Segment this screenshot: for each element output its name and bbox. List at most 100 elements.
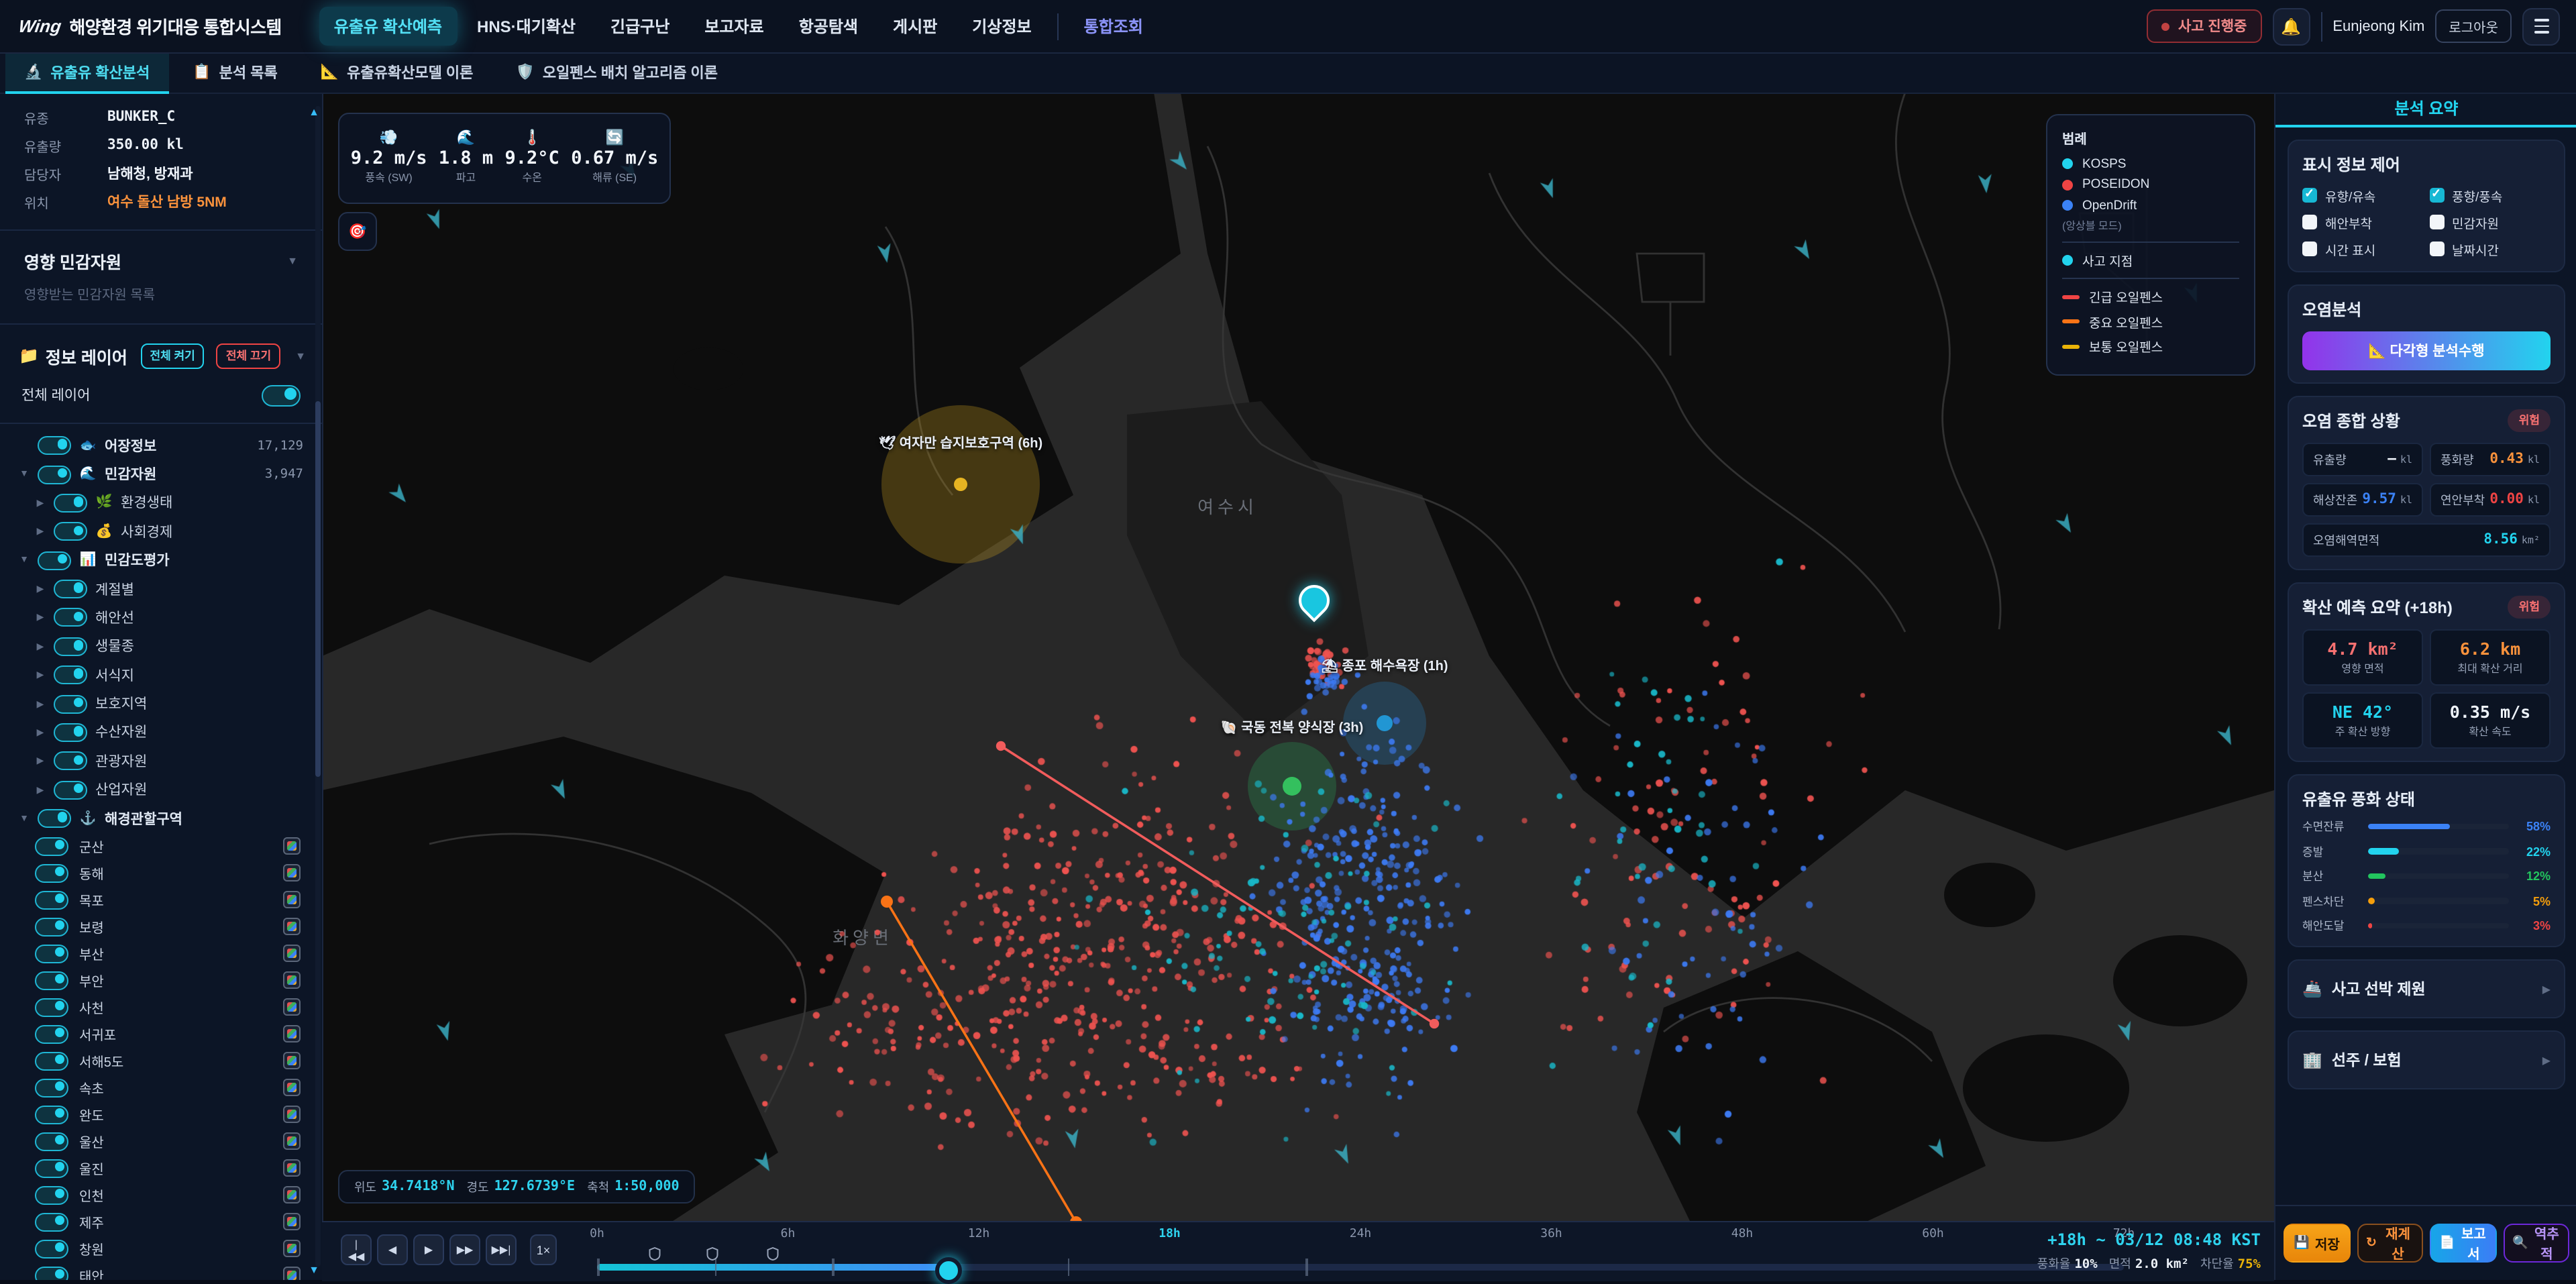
layer-toggle[interactable] xyxy=(38,809,71,828)
layer-toggle[interactable] xyxy=(54,580,87,598)
station-style-button[interactable] xyxy=(283,1133,301,1151)
station-toggle[interactable] xyxy=(35,1132,68,1151)
polygon-analysis-button[interactable]: 📐 다각형 분석수행 xyxy=(2302,331,2551,370)
station-toggle[interactable] xyxy=(35,1106,68,1124)
station-toggle[interactable] xyxy=(35,945,68,963)
sidebar-scrollbar[interactable] xyxy=(315,105,320,1266)
layer-toggle[interactable] xyxy=(54,780,87,799)
station-toggle[interactable] xyxy=(35,1213,68,1232)
layer-toggle[interactable] xyxy=(54,665,87,684)
station-style-button[interactable] xyxy=(283,1160,301,1177)
checkbox-sensitive[interactable]: 민감자원 xyxy=(2429,213,2551,231)
nav-board[interactable]: 게시판 xyxy=(878,7,952,46)
locate-incident-button[interactable]: 🎯 xyxy=(338,211,377,250)
report-button[interactable]: 📄보고서 xyxy=(2430,1223,2496,1262)
station-toggle[interactable] xyxy=(35,1159,68,1178)
station-style-button[interactable] xyxy=(283,918,301,936)
fence-deploy-marker-icon[interactable] xyxy=(707,1244,719,1268)
station-toggle[interactable] xyxy=(35,1079,68,1098)
station-toggle[interactable] xyxy=(35,1052,68,1071)
station-style-button[interactable] xyxy=(283,1240,301,1258)
station-style-button[interactable] xyxy=(283,892,301,909)
layer-toggle[interactable] xyxy=(38,551,71,570)
nav-hns[interactable]: HNS·대기확산 xyxy=(462,7,590,46)
timeline-rail[interactable] xyxy=(597,1264,2124,1271)
timeline-track[interactable]: 0h6h12h18h24h36h48h60h72h xyxy=(597,1222,2124,1281)
checkbox-datetime[interactable]: 날짜시간 xyxy=(2429,239,2551,258)
station-toggle[interactable] xyxy=(35,971,68,990)
brand: Wing 해양환경 위기대응 통합시스템 xyxy=(0,13,301,39)
skip-start-button[interactable]: |◀◀ xyxy=(341,1234,372,1265)
all-layers-on-button[interactable]: 전체 켜기 xyxy=(141,343,205,368)
checkbox-current[interactable]: 유향/유속 xyxy=(2302,186,2424,205)
checkbox-wind[interactable]: 풍향/풍속 xyxy=(2429,186,2551,205)
station-toggle[interactable] xyxy=(35,1186,68,1205)
sidebar-scroll-down-icon[interactable]: ▼ xyxy=(309,1263,319,1275)
nav-integrated-search[interactable]: 통합조회 xyxy=(1069,7,1158,46)
fence-deploy-marker-icon[interactable] xyxy=(649,1244,661,1268)
step-back-button[interactable]: ◀ xyxy=(377,1234,408,1265)
station-toggle[interactable] xyxy=(35,918,68,937)
skip-end-button[interactable]: ▶▶| xyxy=(486,1234,517,1265)
layer-toggle[interactable] xyxy=(38,436,71,455)
nav-weather[interactable]: 기상정보 xyxy=(957,7,1046,46)
fence-deploy-marker-icon[interactable] xyxy=(767,1244,779,1268)
layer-toggle[interactable] xyxy=(54,723,87,742)
nav-oil-spill-forecast[interactable]: 유출유 확산예측 xyxy=(319,7,457,46)
layer-toggle[interactable] xyxy=(54,637,87,656)
station-style-button[interactable] xyxy=(283,1187,301,1204)
recalculate-button[interactable]: ↻재계산 xyxy=(2357,1223,2423,1262)
stat-spill: 유출량—kl xyxy=(2302,442,2423,476)
affected-resources-header[interactable]: 영향 민감자원 ▼ xyxy=(0,238,322,280)
station-style-button[interactable] xyxy=(283,1106,301,1124)
notifications-button[interactable]: 🔔 xyxy=(2272,7,2310,45)
station-style-button[interactable] xyxy=(283,865,301,882)
checkbox-shoreline[interactable]: 해안부착 xyxy=(2302,213,2424,231)
checkbox-time[interactable]: 시간 표시 xyxy=(2302,239,2424,258)
layer-toggle[interactable] xyxy=(54,608,87,627)
station-toggle[interactable] xyxy=(35,1025,68,1044)
map-canvas[interactable]: 💨 9.2 m/s 풍속 (SW) 🌊 1.8 m 파고 🌡️ 9.2°C 수온… xyxy=(322,92,2274,1221)
master-layer-toggle[interactable] xyxy=(262,384,301,406)
station-style-button[interactable] xyxy=(283,1053,301,1070)
station-style-button[interactable] xyxy=(283,1214,301,1231)
nav-reports[interactable]: 보고자료 xyxy=(690,7,778,46)
station-style-button[interactable] xyxy=(283,972,301,989)
station-toggle[interactable] xyxy=(35,998,68,1017)
station-style-button[interactable] xyxy=(283,1267,301,1280)
tab-oilfence-theory[interactable]: 🛡️ 오일펜스 배치 알고리즘 이론 xyxy=(497,52,737,92)
station-style-button[interactable] xyxy=(283,945,301,963)
menu-button[interactable] xyxy=(2522,7,2560,45)
station-style-button[interactable] xyxy=(283,1026,301,1043)
layer-toggle[interactable] xyxy=(54,752,87,771)
ship-specs-card[interactable]: 🚢 사고 선박 제원 ▶ xyxy=(2288,959,2565,1018)
station-toggle[interactable] xyxy=(35,864,68,883)
all-layers-off-button[interactable]: 전체 끄기 xyxy=(217,343,280,368)
tab-model-theory[interactable]: 📐 유출유확산모델 이론 xyxy=(302,52,492,92)
layer-toggle[interactable] xyxy=(38,465,71,484)
speed-button[interactable]: 1× xyxy=(530,1234,557,1265)
scrollbar-thumb[interactable] xyxy=(315,400,320,776)
layer-toggle[interactable] xyxy=(54,523,87,541)
fast-forward-button[interactable]: ▶▶ xyxy=(449,1234,480,1265)
sidebar-scroll-up-icon[interactable]: ▲ xyxy=(309,105,319,117)
station-style-button[interactable] xyxy=(283,838,301,855)
logout-button[interactable]: 로그아웃 xyxy=(2435,9,2512,43)
layer-toggle[interactable] xyxy=(54,694,87,713)
save-button[interactable]: 💾저장 xyxy=(2284,1223,2350,1262)
tab-diffusion-analysis[interactable]: 🔬 유출유 확산분석 xyxy=(5,52,168,92)
station-toggle[interactable] xyxy=(35,837,68,856)
nav-aerial-search[interactable]: 항공탐색 xyxy=(784,7,873,46)
nav-rescue[interactable]: 긴급구난 xyxy=(596,7,684,46)
timeline-handle[interactable] xyxy=(934,1257,961,1284)
play-button[interactable]: ▶ xyxy=(413,1234,444,1265)
layer-toggle[interactable] xyxy=(54,494,87,513)
station-style-button[interactable] xyxy=(283,999,301,1016)
backtrack-button[interactable]: 🔍역추적 xyxy=(2503,1223,2569,1262)
owner-insurance-card[interactable]: 🏢 선주 / 보험 ▶ xyxy=(2288,1030,2565,1089)
tab-analysis-list[interactable]: 📋 분석 목록 xyxy=(174,52,297,92)
station-toggle[interactable] xyxy=(35,1267,68,1280)
station-toggle[interactable] xyxy=(35,891,68,910)
station-toggle[interactable] xyxy=(35,1240,68,1259)
station-style-button[interactable] xyxy=(283,1079,301,1097)
